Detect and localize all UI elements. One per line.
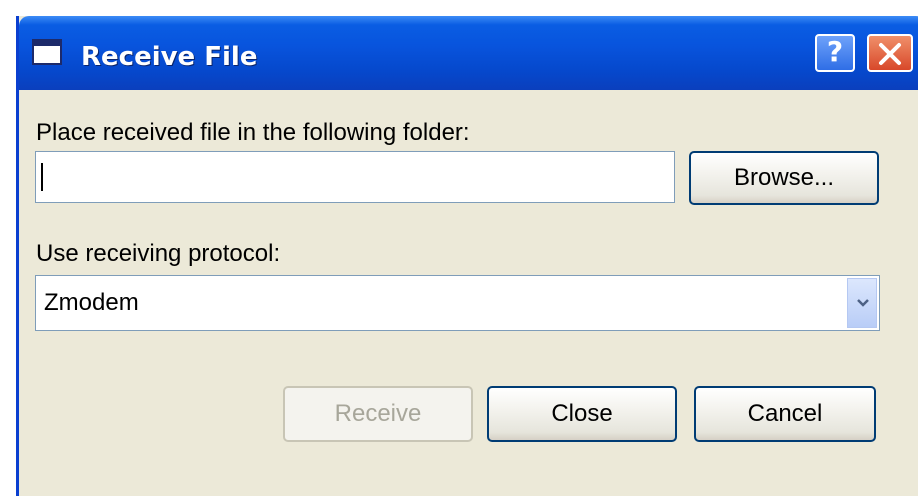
receive-button[interactable]: Receive	[283, 386, 473, 442]
protocol-select[interactable]: Zmodem	[35, 275, 880, 331]
text-caret	[41, 163, 43, 191]
protocol-label: Use receiving protocol:	[36, 240, 281, 267]
dropdown-button[interactable]	[847, 278, 877, 328]
window-icon	[32, 39, 62, 65]
cancel-button[interactable]: Cancel	[694, 386, 876, 442]
close-icon	[879, 43, 901, 65]
folder-input[interactable]	[35, 151, 675, 203]
protocol-selected-value: Zmodem	[44, 289, 139, 316]
close-window-button[interactable]	[867, 34, 913, 72]
folder-label: Place received file in the following fol…	[36, 119, 470, 146]
title-bar[interactable]: Receive File ?	[19, 16, 918, 90]
dialog-title: Receive File	[81, 42, 258, 72]
browse-button[interactable]: Browse...	[689, 151, 879, 205]
chevron-down-icon	[857, 299, 869, 307]
help-button[interactable]: ?	[815, 34, 855, 72]
close-button[interactable]: Close	[487, 386, 677, 442]
